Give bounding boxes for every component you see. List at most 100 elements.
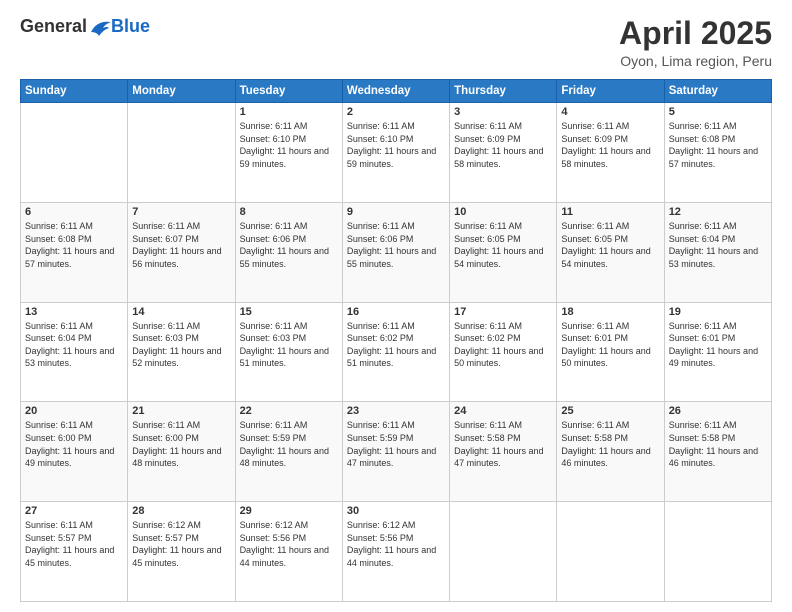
day-number: 16	[347, 306, 445, 318]
table-row: 21 Sunrise: 6:11 AMSunset: 6:00 PMDayligh…	[128, 402, 235, 502]
day-info: Sunrise: 6:11 AMSunset: 6:06 PMDaylight:…	[347, 220, 445, 270]
table-row: 1 Sunrise: 6:11 AMSunset: 6:10 PMDaylight…	[235, 103, 342, 203]
day-number: 23	[347, 405, 445, 417]
table-row: 3Sunrise: 6:11 AMSunset: 6:09 PMDaylight…	[450, 103, 557, 203]
day-number: 27	[25, 505, 123, 517]
table-row: 14 Sunrise: 6:11 AMSunset: 6:03 PMDayligh…	[128, 302, 235, 402]
day-info: Sunrise: 6:11 AMSunset: 6:01 PMDaylight:…	[669, 320, 767, 370]
day-info: Sunrise: 6:11 AMSunset: 6:03 PMDaylight:…	[240, 320, 338, 370]
header: General Blue April 2025 Oyon, Lima regio…	[20, 16, 772, 69]
table-row: 23 Sunrise: 6:11 AMSunset: 5:59 PMDayligh…	[342, 402, 449, 502]
table-row	[557, 502, 664, 602]
table-row: 4Sunrise: 6:11 AMSunset: 6:09 PMDaylight…	[557, 103, 664, 203]
day-info: Sunrise: 6:11 AMSunset: 6:05 PMDaylight:…	[454, 220, 552, 270]
day-info: Sunrise: 6:11 AMSunset: 5:58 PMDaylight:…	[561, 419, 659, 469]
table-row: 20Sunrise: 6:11 AMSunset: 6:00 PMDayligh…	[21, 402, 128, 502]
day-number: 15	[240, 306, 338, 318]
day-info: Sunrise: 6:11 AMSunset: 5:58 PMDaylight:…	[454, 419, 552, 469]
week-row-2: 13 Sunrise: 6:11 AMSunset: 6:04 PMDayligh…	[21, 302, 772, 402]
table-row: 12Sunrise: 6:11 AMSunset: 6:04 PMDayligh…	[664, 202, 771, 302]
table-row: 17 Sunrise: 6:11 AMSunset: 6:02 PMDayligh…	[450, 302, 557, 402]
table-row: 24Sunrise: 6:11 AMSunset: 5:58 PMDayligh…	[450, 402, 557, 502]
table-row: 25Sunrise: 6:11 AMSunset: 5:58 PMDayligh…	[557, 402, 664, 502]
day-number: 9	[347, 206, 445, 218]
day-number: 26	[669, 405, 767, 417]
day-number: 28	[132, 505, 230, 517]
col-friday: Friday	[557, 80, 664, 103]
day-number: 5	[669, 106, 767, 118]
day-number: 21	[132, 405, 230, 417]
day-number: 22	[240, 405, 338, 417]
table-row: 9 Sunrise: 6:11 AMSunset: 6:06 PMDaylight…	[342, 202, 449, 302]
day-number: 14	[132, 306, 230, 318]
logo-bird-icon	[89, 18, 111, 36]
day-info: Sunrise: 6:11 AMSunset: 6:02 PMDaylight:…	[454, 320, 552, 370]
table-row: 19Sunrise: 6:11 AMSunset: 6:01 PMDayligh…	[664, 302, 771, 402]
logo-blue-text: Blue	[111, 16, 150, 37]
day-number: 13	[25, 306, 123, 318]
day-info: Sunrise: 6:11 AMSunset: 5:59 PMDaylight:…	[240, 419, 338, 469]
table-row: 22 Sunrise: 6:11 AMSunset: 5:59 PMDayligh…	[235, 402, 342, 502]
col-monday: Monday	[128, 80, 235, 103]
day-number: 7	[132, 206, 230, 218]
table-row: 30Sunrise: 6:12 AMSunset: 5:56 PMDayligh…	[342, 502, 449, 602]
table-row: 2 Sunrise: 6:11 AMSunset: 6:10 PMDaylight…	[342, 103, 449, 203]
day-info: Sunrise: 6:11 AMSunset: 6:04 PMDaylight:…	[25, 320, 123, 370]
day-number: 2	[347, 106, 445, 118]
table-row: 29Sunrise: 6:12 AMSunset: 5:56 PMDayligh…	[235, 502, 342, 602]
day-number: 17	[454, 306, 552, 318]
table-row: 13 Sunrise: 6:11 AMSunset: 6:04 PMDayligh…	[21, 302, 128, 402]
day-info: Sunrise: 6:11 AMSunset: 6:03 PMDaylight:…	[132, 320, 230, 370]
table-row: 6 Sunrise: 6:11 AMSunset: 6:08 PMDaylight…	[21, 202, 128, 302]
day-number: 6	[25, 206, 123, 218]
day-info: Sunrise: 6:11 AMSunset: 6:10 PMDaylight:…	[347, 120, 445, 170]
table-row: 10 Sunrise: 6:11 AMSunset: 6:05 PMDayligh…	[450, 202, 557, 302]
table-row	[128, 103, 235, 203]
day-number: 1	[240, 106, 338, 118]
day-info: Sunrise: 6:11 AMSunset: 6:00 PMDaylight:…	[132, 419, 230, 469]
day-info: Sunrise: 6:11 AMSunset: 6:08 PMDaylight:…	[25, 220, 123, 270]
table-row: 5 Sunrise: 6:11 AMSunset: 6:08 PMDaylight…	[664, 103, 771, 203]
table-row: 15 Sunrise: 6:11 AMSunset: 6:03 PMDayligh…	[235, 302, 342, 402]
day-number: 11	[561, 206, 659, 218]
week-row-4: 27 Sunrise: 6:11 AMSunset: 5:57 PMDayligh…	[21, 502, 772, 602]
day-info: Sunrise: 6:11 AMSunset: 6:01 PMDaylight:…	[561, 320, 659, 370]
day-info: Sunrise: 6:11 AMSunset: 6:09 PMDaylight:…	[561, 120, 659, 170]
table-row: 18 Sunrise: 6:11 AMSunset: 6:01 PMDayligh…	[557, 302, 664, 402]
day-info: Sunrise: 6:11 AMSunset: 6:07 PMDaylight:…	[132, 220, 230, 270]
logo-general-text: General	[20, 16, 87, 37]
day-info: Sunrise: 6:11 AMSunset: 5:58 PMDaylight:…	[669, 419, 767, 469]
subtitle: Oyon, Lima region, Peru	[619, 53, 772, 69]
table-row: 27 Sunrise: 6:11 AMSunset: 5:57 PMDayligh…	[21, 502, 128, 602]
table-row: 8Sunrise: 6:11 AMSunset: 6:06 PMDaylight…	[235, 202, 342, 302]
day-info: Sunrise: 6:11 AMSunset: 5:57 PMDaylight:…	[25, 519, 123, 569]
day-info: Sunrise: 6:11 AMSunset: 6:05 PMDaylight:…	[561, 220, 659, 270]
logo: General Blue	[20, 16, 150, 37]
day-info: Sunrise: 6:11 AMSunset: 6:04 PMDaylight:…	[669, 220, 767, 270]
day-info: Sunrise: 6:11 AMSunset: 6:08 PMDaylight:…	[669, 120, 767, 170]
day-number: 20	[25, 405, 123, 417]
week-row-1: 6 Sunrise: 6:11 AMSunset: 6:08 PMDaylight…	[21, 202, 772, 302]
day-number: 3	[454, 106, 552, 118]
day-info: Sunrise: 6:11 AMSunset: 5:59 PMDaylight:…	[347, 419, 445, 469]
table-row: 26 Sunrise: 6:11 AMSunset: 5:58 PMDayligh…	[664, 402, 771, 502]
table-row: 16Sunrise: 6:11 AMSunset: 6:02 PMDayligh…	[342, 302, 449, 402]
day-number: 18	[561, 306, 659, 318]
day-info: Sunrise: 6:12 AMSunset: 5:57 PMDaylight:…	[132, 519, 230, 569]
col-sunday: Sunday	[21, 80, 128, 103]
day-number: 30	[347, 505, 445, 517]
main-title: April 2025	[619, 16, 772, 51]
day-info: Sunrise: 6:11 AMSunset: 6:10 PMDaylight:…	[240, 120, 338, 170]
table-row	[664, 502, 771, 602]
title-block: April 2025 Oyon, Lima region, Peru	[619, 16, 772, 69]
col-tuesday: Tuesday	[235, 80, 342, 103]
day-info: Sunrise: 6:11 AMSunset: 6:06 PMDaylight:…	[240, 220, 338, 270]
page: General Blue April 2025 Oyon, Lima regio…	[0, 0, 792, 612]
col-thursday: Thursday	[450, 80, 557, 103]
table-row	[450, 502, 557, 602]
day-info: Sunrise: 6:12 AMSunset: 5:56 PMDaylight:…	[240, 519, 338, 569]
day-number: 10	[454, 206, 552, 218]
col-wednesday: Wednesday	[342, 80, 449, 103]
table-row: 7 Sunrise: 6:11 AMSunset: 6:07 PMDaylight…	[128, 202, 235, 302]
table-row: 28 Sunrise: 6:12 AMSunset: 5:57 PMDayligh…	[128, 502, 235, 602]
